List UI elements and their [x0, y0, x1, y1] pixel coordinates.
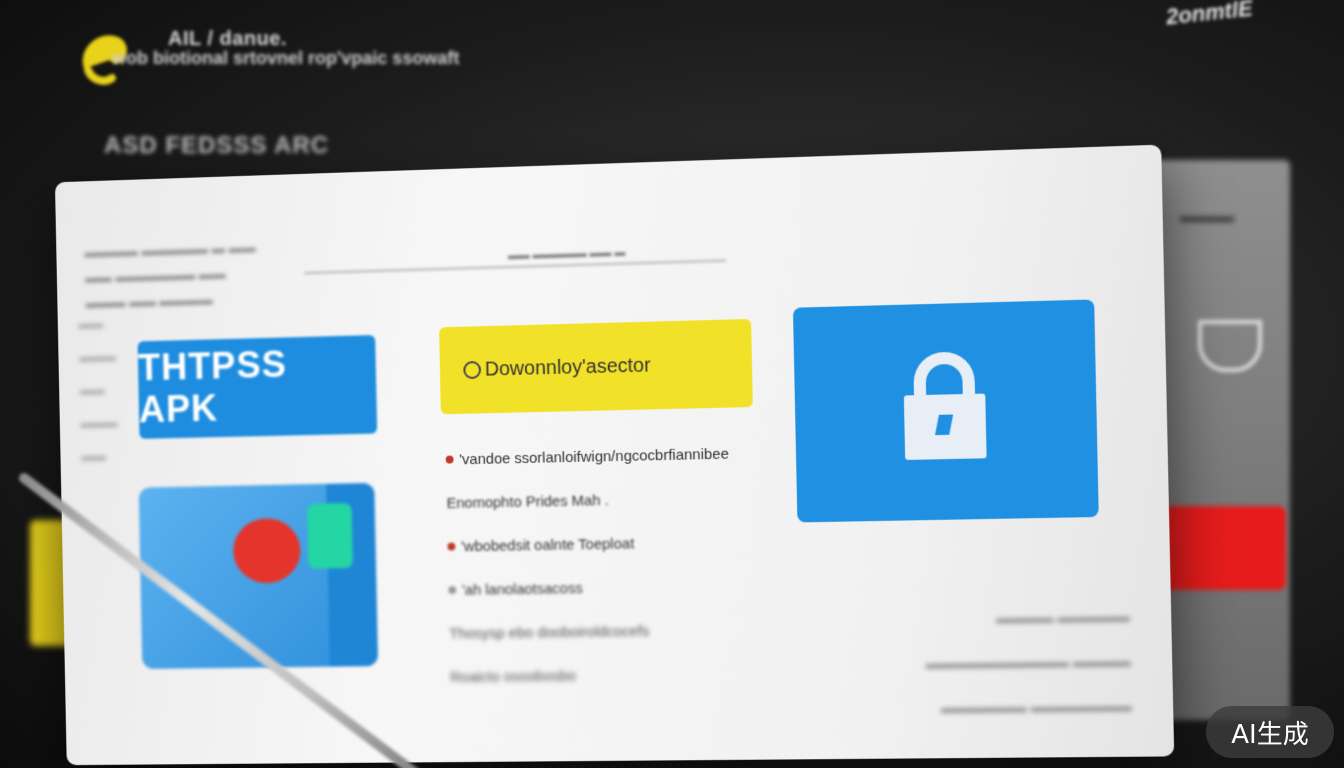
apk-badge: THTPSS APK: [137, 335, 378, 439]
download-icon: [463, 360, 482, 380]
download-button-label: Dowonnloy'asector: [484, 354, 651, 381]
list-item: Enomophto Prides Mah .: [446, 475, 763, 525]
side-panel-label: ▬▬▬: [1180, 206, 1234, 226]
list-item-text: Thosysp ebo dooboiroldcocefs: [449, 622, 650, 643]
card-header-blur: ▬▬▬▬ ▬▬▬▬▬ ▬ ▬▬ ▬▬ ▬▬▬▬▬▬ ▬▬ ▬▬▬ ▬▬ ▬▬▬▬: [84, 239, 256, 311]
list-item-text: 'vandoe ssorlanloifwign/ngcocbrfiannibee: [459, 445, 730, 468]
list-item: Roaicto osoobosbo: [450, 651, 767, 698]
bullet-icon: [447, 542, 456, 551]
right-column-text-blur: ▬▬▬▬ ▬▬▬▬▬ ▬▬▬▬▬▬▬▬▬▬ ▬▬▬▬ ▬▬▬▬▬▬ ▬▬▬▬▬▬▬: [925, 608, 1132, 716]
feature-list: 'vandoe ssorlanloifwign/ngcocbrfiannibee…: [445, 431, 767, 699]
list-item-text: 'ah lanolaotsacoss: [461, 579, 583, 599]
list-item-text: Roaicto osoobosbo: [450, 667, 577, 686]
security-lock-panel: [792, 299, 1099, 523]
list-item: 'vandoe ssorlanloifwign/ngcocbrfiannibee: [445, 431, 762, 482]
list-item: Thosysp ebo dooboiroldcocefs: [449, 607, 766, 655]
section-label: ASD FEDSSS ARC: [104, 132, 330, 159]
list-item: 'ah lanolaotsacoss: [448, 563, 765, 612]
list-item-text: Enomophto Prides Mah .: [446, 491, 609, 512]
side-menu: ▬▬ ▬▬▬ ▬▬ ▬▬▬ ▬▬: [78, 316, 118, 464]
bullet-icon: [448, 586, 457, 595]
red-blob-icon: [232, 517, 302, 584]
phone-illustration: [138, 482, 379, 669]
shield-icon: [1198, 320, 1262, 372]
shield-icon: [307, 503, 353, 569]
list-item-text: 'wbobedsit oalnte Toeploat: [460, 534, 635, 555]
bullet-icon: [445, 455, 454, 464]
download-button[interactable]: Dowonnloy'asector: [439, 318, 753, 415]
header-subtitle: wob biotional srtovnel rop'vpaic ssowaft: [112, 48, 460, 68]
screenshot-stage: AIL / danue. wob biotional srtovnel rop'…: [0, 0, 1344, 768]
side-red-button[interactable]: [1160, 506, 1286, 590]
app-dialog-card: ▬▬▬▬ ▬▬▬▬▬ ▬ ▬▬ ▬▬ ▬▬▬▬▬▬ ▬▬ ▬▬▬ ▬▬ ▬▬▬▬ ▬…: [54, 144, 1175, 766]
list-item: 'wbobedsit oalnte Toeploat: [447, 519, 764, 568]
ai-generated-badge: AI生成: [1206, 706, 1334, 758]
brand-logo-text: 2onmtlE: [1164, 0, 1254, 30]
